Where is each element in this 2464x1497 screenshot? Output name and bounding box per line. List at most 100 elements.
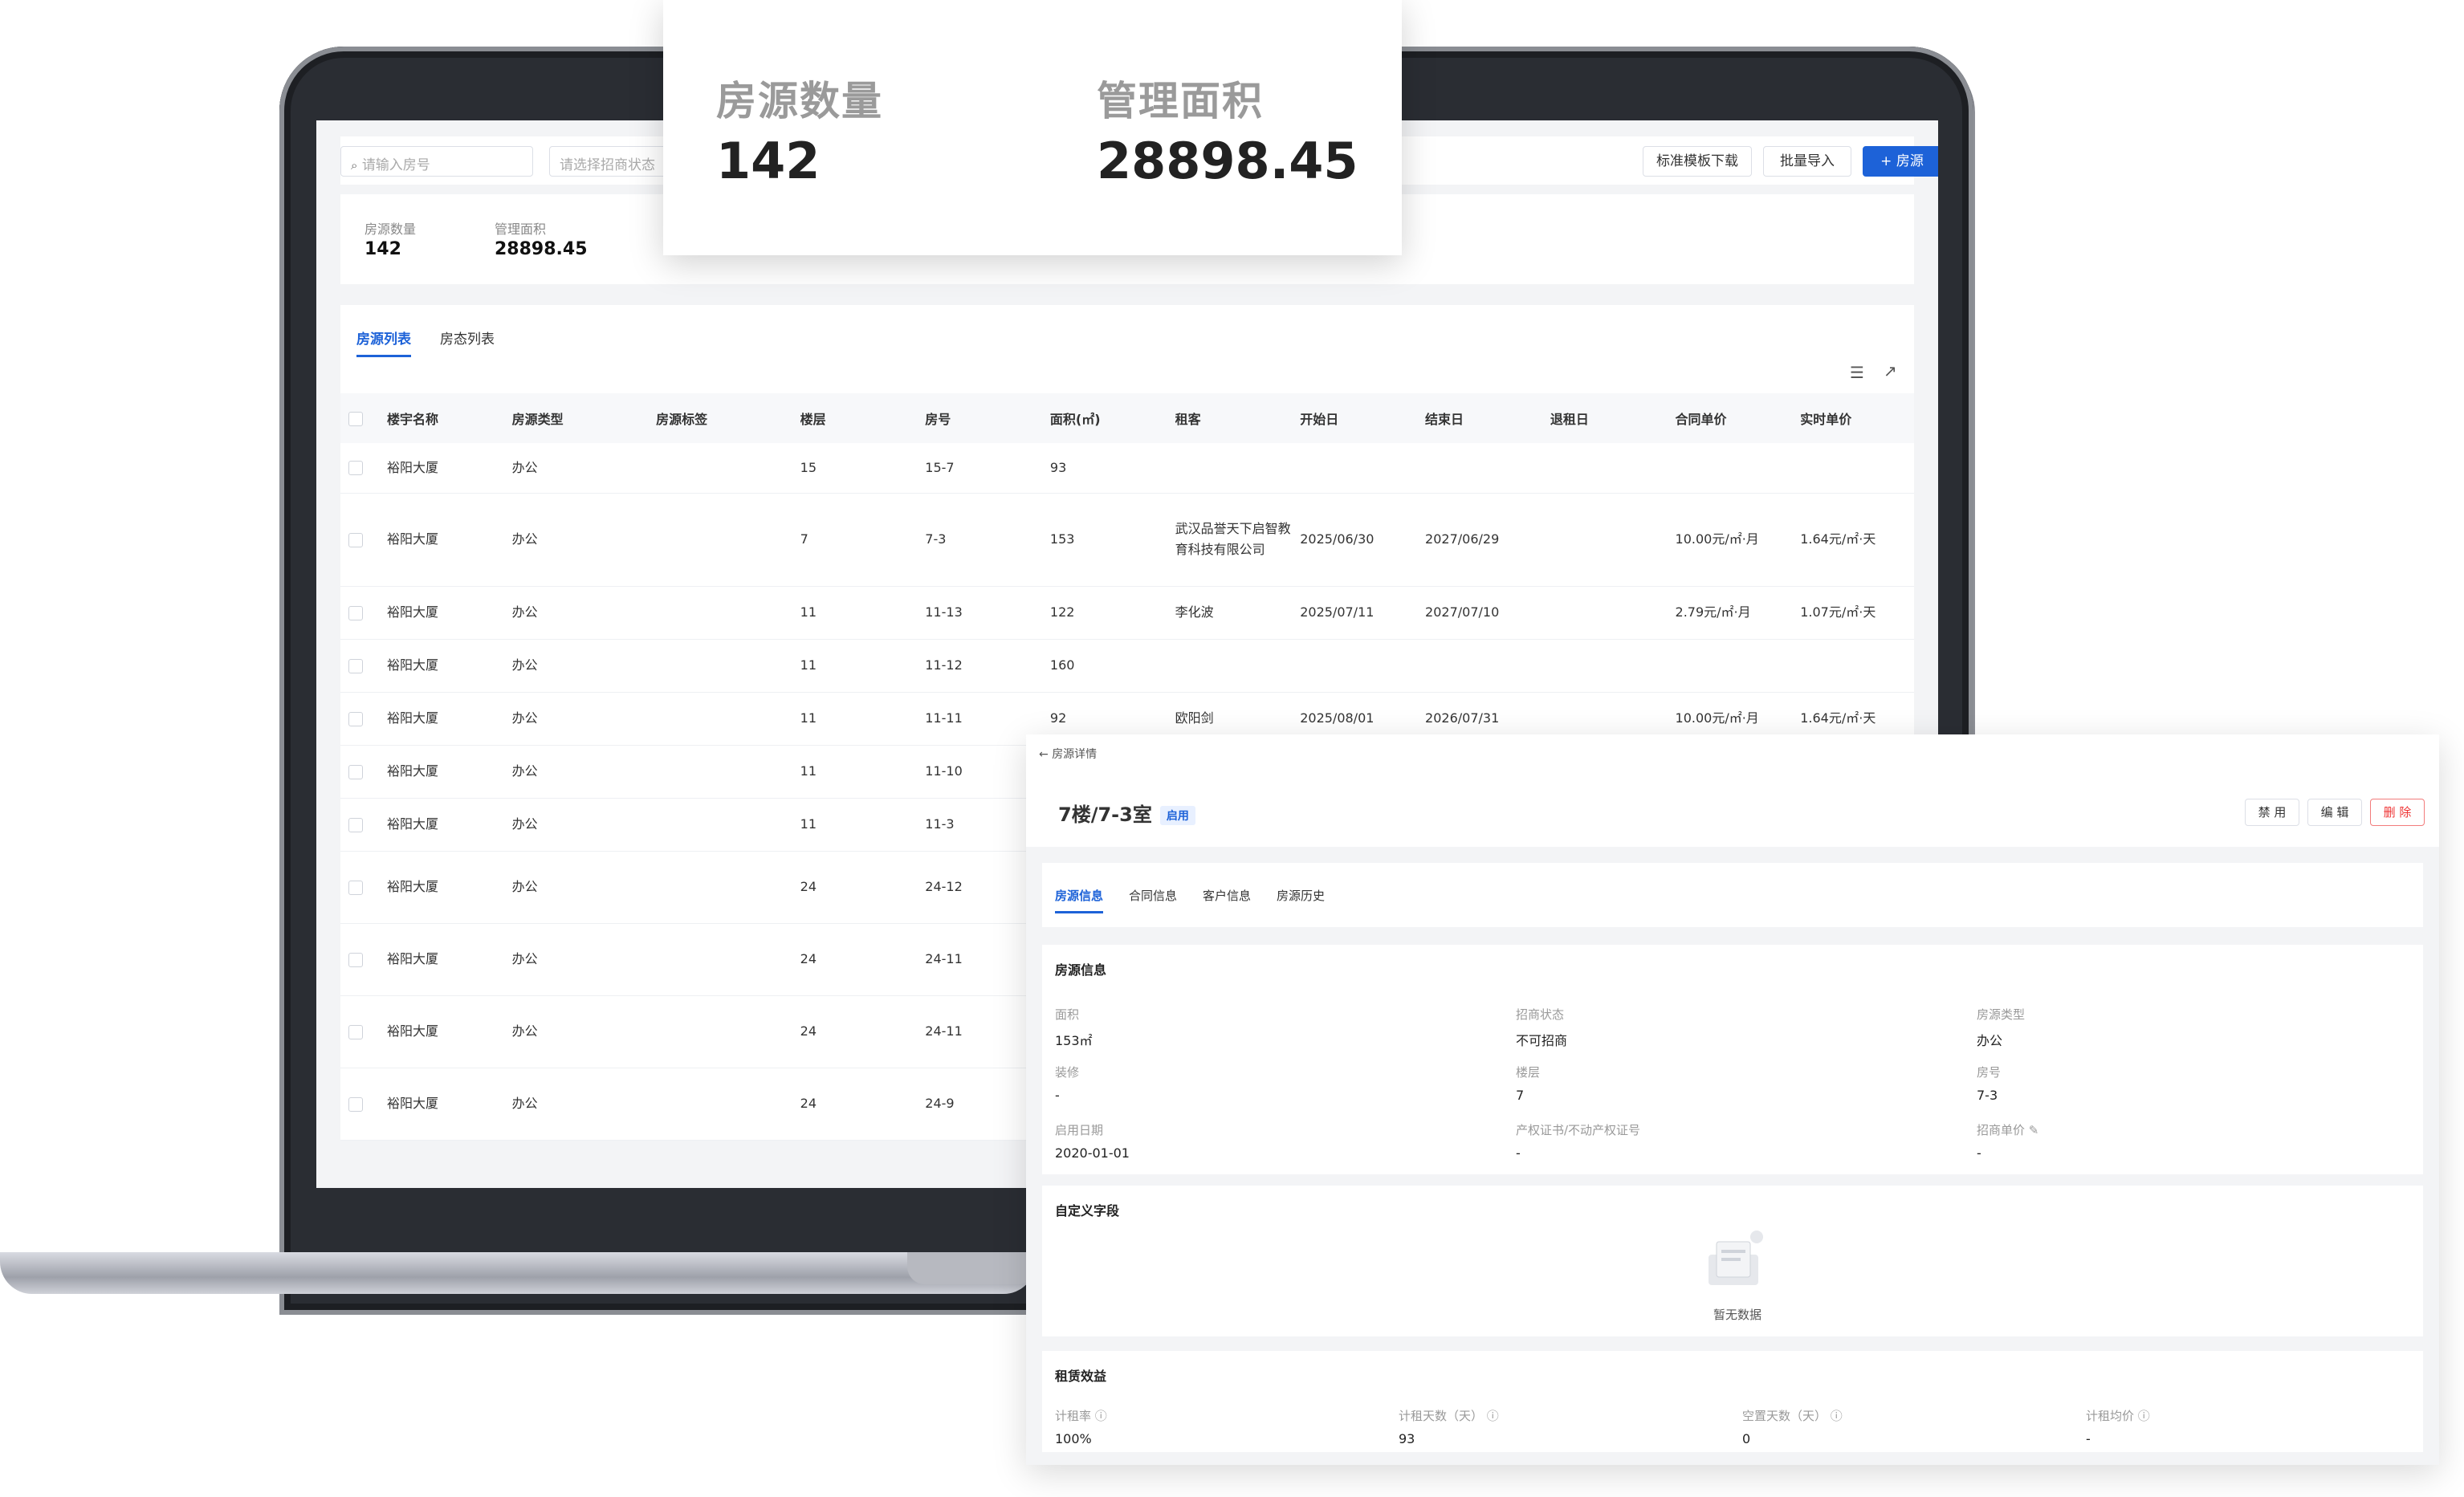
table-cell: 办公 [503, 692, 649, 746]
room-info-title: 房源信息 [1055, 962, 1107, 978]
field-value: 不可招商 [1516, 1033, 1568, 1048]
help-icon[interactable]: ⓘ [1095, 1409, 1107, 1423]
col-room-no[interactable]: 房号 [917, 393, 1042, 443]
field-value: 办公 [1977, 1033, 2003, 1048]
batch-import-button[interactable]: 批量导入 [1763, 146, 1851, 177]
table-cell [1292, 443, 1418, 494]
add-room-button[interactable]: + 房源 [1863, 146, 1938, 177]
row-checkbox[interactable] [348, 952, 363, 967]
col-area: 面积(㎡) [1041, 393, 1167, 443]
col-floor[interactable]: 楼层 [792, 393, 918, 443]
table-cell: 2.79元/㎡·月 [1667, 586, 1793, 640]
col-tag[interactable]: 房源标签 [648, 393, 792, 443]
row-checkbox[interactable] [348, 711, 363, 726]
table-cell: 24 [792, 995, 918, 1068]
detail-tabs: 房源信息 合同信息 客户信息 房源历史 [1042, 863, 2423, 927]
search-input[interactable]: ⌕ 请输入房号 [340, 146, 533, 177]
field-label: 房号 [1977, 1065, 2002, 1080]
custom-fields-section: 自定义字段 暂无数据 [1042, 1186, 2423, 1336]
table-cell: 153 [1041, 493, 1167, 587]
table-cell [1542, 493, 1668, 587]
table-cell [648, 995, 792, 1068]
help-icon[interactable]: ⓘ [1487, 1409, 1499, 1423]
row-checkbox[interactable] [348, 605, 363, 620]
table-cell: 裕阳大厦 [378, 493, 504, 587]
row-checkbox[interactable] [348, 1024, 363, 1039]
row-checkbox[interactable] [348, 658, 363, 673]
table-cell: 24 [792, 923, 918, 996]
field-label: 房源类型 [1977, 1007, 2026, 1022]
row-checkbox[interactable] [348, 880, 363, 895]
tab-room-status[interactable]: 房态列表 [440, 327, 495, 348]
table-cell: 24-11 [917, 923, 1042, 996]
table-cell [1292, 639, 1418, 693]
table-row[interactable]: 裕阳大厦 办公 11 11-12 160 [340, 639, 1914, 693]
table-cell: 办公 [503, 995, 649, 1068]
table-row[interactable]: 裕阳大厦 办公 15 15-7 93 [340, 443, 1914, 494]
table-cell: 裕阳大厦 [378, 692, 504, 746]
benefit-label: 空置天数（天） ⓘ [1742, 1409, 1843, 1423]
table-cell [1167, 639, 1293, 693]
table-cell: 1.07元/㎡·天 [1792, 586, 1914, 640]
table-cell: 办公 [503, 745, 649, 799]
edit-button[interactable]: 编 辑 [2307, 799, 2362, 826]
row-checkbox[interactable] [348, 817, 363, 832]
field-value: 7 [1516, 1088, 1525, 1103]
table-cell [648, 798, 792, 852]
tab-room-history[interactable]: 房源历史 [1277, 887, 1325, 904]
help-icon[interactable]: ⓘ [1831, 1409, 1843, 1423]
table-cell: 10.00元/㎡·月 [1667, 493, 1793, 587]
back-link[interactable]: ← 房源详情 [1039, 746, 1097, 762]
table-cell: 11 [792, 798, 918, 852]
field-label: 产权证书/不动产权证号 [1516, 1123, 1641, 1137]
tab-room-list[interactable]: 房源列表 [356, 327, 411, 357]
table-cell [1167, 443, 1293, 494]
table-cell: 裕阳大厦 [378, 443, 504, 494]
col-tenant: 租客 [1167, 393, 1293, 443]
lease-benefit-title: 租赁效益 [1055, 1369, 1107, 1384]
template-download-button[interactable]: 标准模板下载 [1643, 146, 1752, 177]
field-value: - [1055, 1088, 1060, 1103]
table-cell: 7 [792, 493, 918, 587]
edit-pencil-icon[interactable]: ✎ [2029, 1123, 2039, 1137]
table-cell [648, 923, 792, 996]
card-count-value: 142 [716, 132, 821, 190]
table-cell: 11 [792, 639, 918, 693]
row-checkbox[interactable] [348, 764, 363, 779]
benefit-value: 93 [1399, 1431, 1415, 1446]
col-type[interactable]: 房源类型 [503, 393, 649, 443]
row-checkbox[interactable] [348, 461, 363, 476]
room-count-label: 房源数量 [365, 222, 417, 237]
card-area-label: 管理面积 [1097, 78, 1264, 124]
disable-button[interactable]: 禁 用 [2245, 799, 2299, 826]
tab-contract-info[interactable]: 合同信息 [1129, 887, 1177, 904]
benefit-label: 计租均价 ⓘ [2086, 1409, 2150, 1423]
help-icon[interactable]: ⓘ [2138, 1409, 2150, 1423]
table-cell [1667, 639, 1793, 693]
tab-customer-info[interactable]: 客户信息 [1203, 887, 1251, 904]
tab-room-info[interactable]: 房源信息 [1055, 887, 1104, 913]
table-cell: 办公 [503, 586, 649, 640]
table-cell: 裕阳大厦 [378, 851, 504, 924]
table-cell: 160 [1041, 639, 1167, 693]
arrow-left-icon: ← [1039, 748, 1049, 761]
delete-button[interactable]: 删 除 [2370, 799, 2425, 826]
col-start: 开始日 [1292, 393, 1418, 443]
card-area-value: 28898.45 [1097, 132, 1358, 190]
field-label: 招商状态 [1516, 1007, 1565, 1022]
table-cell: 11-12 [917, 639, 1042, 693]
field-label: 面积 [1055, 1007, 1080, 1022]
search-icon: ⌕ [351, 158, 358, 173]
table-cell: 办公 [503, 1068, 649, 1141]
row-checkbox[interactable] [348, 532, 363, 547]
column-settings-icon[interactable]: ☰ [1850, 363, 1864, 382]
table-row[interactable]: 裕阳大厦 办公 11 11-13 122 李化波 2025/07/11 2027/07/10 2… [340, 586, 1914, 640]
row-checkbox[interactable] [348, 1096, 363, 1112]
table-cell [648, 1068, 792, 1141]
select-all-checkbox[interactable] [348, 411, 363, 426]
empty-text: 暂无数据 [1713, 1308, 1762, 1322]
table-cell: 93 [1041, 443, 1167, 494]
table-cell: 24-11 [917, 995, 1042, 1068]
export-icon[interactable]: ↗ [1884, 361, 1897, 380]
table-row[interactable]: 裕阳大厦 办公 7 7-3 153 武汉品誉天下启智教育科技有限公司 2025/06/30 2… [340, 493, 1914, 587]
